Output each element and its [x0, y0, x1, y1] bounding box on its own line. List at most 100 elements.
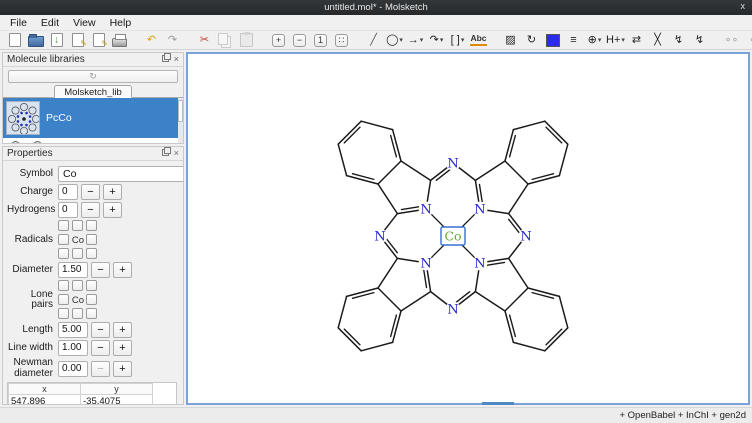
properties-float-icon[interactable]	[162, 149, 169, 158]
hydrogens-plus-button[interactable]: +	[103, 202, 122, 218]
bracket-tool-button[interactable]: [ ]▾	[448, 31, 467, 49]
line-width-minus-button[interactable]: −	[91, 340, 110, 356]
chevron-down-icon[interactable]: ▾	[598, 36, 602, 44]
nitrogen-atom-label[interactable]: N	[420, 203, 431, 218]
diameter-plus-button[interactable]: +	[113, 262, 132, 278]
lone-pair-checkbox[interactable]	[58, 280, 69, 291]
nitrogen-atom-label[interactable]: N	[447, 303, 458, 318]
length-plus-button[interactable]: +	[113, 322, 132, 338]
nitrogen-atom-label[interactable]: N	[420, 256, 431, 271]
menu-view[interactable]: View	[66, 16, 103, 30]
text-tool-button[interactable]: Abc	[469, 31, 488, 49]
chevron-down-icon[interactable]: ▾	[399, 36, 403, 44]
window-title: untitled.mol* - Molsketch	[324, 2, 427, 13]
color-picker-button[interactable]	[543, 31, 562, 49]
drawing-canvas[interactable]: N N N N N N N N Co	[186, 52, 750, 405]
nitrogen-atom-label[interactable]: N	[447, 157, 458, 172]
menu-file[interactable]: File	[3, 16, 34, 30]
diameter-minus-button[interactable]: −	[91, 262, 110, 278]
coord-y-value[interactable]: -35.4075	[81, 395, 153, 405]
charge-tool-button[interactable]: ⊕▾	[585, 31, 604, 49]
menu-help[interactable]: Help	[103, 16, 139, 30]
length-value[interactable]: 5.00	[58, 322, 88, 338]
nitrogen-atom-label[interactable]: N	[474, 203, 485, 218]
chevron-down-icon[interactable]: ▾	[420, 36, 424, 44]
library-refresh-button[interactable]: ↻	[8, 70, 178, 83]
draw-tool-button[interactable]: ╱	[364, 31, 383, 49]
charge-value[interactable]: 0	[58, 184, 78, 200]
print-button[interactable]	[110, 31, 129, 49]
nitrogen-atom-label[interactable]: N	[520, 230, 531, 245]
radical-checkbox[interactable]	[58, 220, 69, 231]
hydrogens-value[interactable]: 0	[58, 202, 78, 218]
radical-checkbox[interactable]	[86, 220, 97, 231]
library-item-partial[interactable]	[3, 138, 183, 143]
newman-plus-button[interactable]: +	[113, 361, 132, 377]
canvas-scrollbar[interactable]	[482, 402, 514, 405]
library-scrollbar[interactable]	[178, 98, 183, 143]
libraries-close-icon[interactable]: ×	[174, 55, 179, 64]
nitrogen-atom-label[interactable]: N	[374, 230, 385, 245]
charge-plus-button[interactable]: +	[103, 184, 122, 200]
chevron-down-icon[interactable]: ▾	[621, 36, 625, 44]
newman-diameter-value[interactable]: 0.00	[58, 361, 88, 377]
lone-pair-checkbox[interactable]	[72, 308, 83, 319]
hydrogens-minus-button[interactable]: −	[81, 202, 100, 218]
ring-tool-button[interactable]: ◯▾	[385, 31, 404, 49]
save-as-button[interactable]	[68, 31, 87, 49]
rotate-tool-button[interactable]: ↻	[522, 31, 541, 49]
tab-molsketch-lib[interactable]: Molsketch_lib	[54, 85, 132, 98]
undo-button[interactable]: ↶	[142, 31, 161, 49]
radical-tool-button: ∘	[743, 31, 752, 49]
connect-tool-button[interactable]: ⇄	[627, 31, 646, 49]
symbol-input[interactable]	[58, 166, 183, 182]
lone-pair-checkbox[interactable]	[58, 294, 69, 305]
properties-close-icon[interactable]: ×	[174, 149, 179, 158]
cut-button[interactable]: ✂	[195, 31, 214, 49]
open-file-button[interactable]	[26, 31, 45, 49]
lone-pair-checkbox[interactable]	[72, 280, 83, 291]
new-file-button[interactable]	[5, 31, 24, 49]
length-minus-button[interactable]: −	[91, 322, 110, 338]
mechanism-arrow-tool-button[interactable]: ↷▾	[427, 31, 446, 49]
coord-x-value[interactable]: 547.896	[9, 395, 81, 405]
export-button[interactable]	[89, 31, 108, 49]
electron-flow-tool-2-button[interactable]: ↯	[690, 31, 709, 49]
nitrogen-atom-label[interactable]: N	[474, 256, 485, 271]
zoom-reset-button[interactable]: 1	[311, 31, 330, 49]
menu-edit[interactable]: Edit	[34, 16, 66, 30]
cobalt-atom-label[interactable]: Co	[444, 229, 461, 244]
charge-minus-button[interactable]: −	[81, 184, 100, 200]
radicals-grid: Co	[58, 220, 98, 260]
lone-pair-checkbox[interactable]	[86, 294, 97, 305]
redo-button[interactable]: ↷	[163, 31, 182, 49]
radical-checkbox[interactable]	[72, 248, 83, 259]
reaction-arrow-tool-button[interactable]: →▾	[406, 31, 425, 49]
line-width-plus-button[interactable]: +	[113, 340, 132, 356]
newman-minus-button[interactable]: −	[91, 361, 110, 377]
diameter-value[interactable]: 1.50	[58, 262, 88, 278]
line-width-tool-button[interactable]: ≡	[564, 31, 583, 49]
radical-checkbox[interactable]	[86, 248, 97, 259]
lone-pair-checkbox[interactable]	[86, 280, 97, 291]
save-button[interactable]	[47, 31, 66, 49]
chevron-down-icon[interactable]: ▾	[461, 36, 465, 44]
libraries-float-icon[interactable]	[162, 55, 169, 64]
delete-tool-button[interactable]: ╳	[648, 31, 667, 49]
zoom-fit-button[interactable]: ∷	[332, 31, 351, 49]
radical-checkbox[interactable]	[72, 220, 83, 231]
radical-checkbox[interactable]	[58, 234, 69, 245]
library-item-pcco[interactable]: PcCo	[3, 98, 183, 138]
chevron-down-icon[interactable]: ▾	[440, 36, 444, 44]
radical-checkbox[interactable]	[58, 248, 69, 259]
window-close-button[interactable]: x	[741, 1, 746, 11]
hash-tool-button[interactable]: ▨	[501, 31, 520, 49]
lone-pair-checkbox[interactable]	[86, 308, 97, 319]
zoom-in-button[interactable]: +	[269, 31, 288, 49]
hydrogen-tool-button[interactable]: H+▾	[606, 31, 625, 49]
radical-checkbox[interactable]	[86, 234, 97, 245]
zoom-out-button[interactable]: −	[290, 31, 309, 49]
lone-pair-checkbox[interactable]	[58, 308, 69, 319]
line-width-value[interactable]: 1.00	[58, 340, 88, 356]
electron-flow-tool-button[interactable]: ↯	[669, 31, 688, 49]
